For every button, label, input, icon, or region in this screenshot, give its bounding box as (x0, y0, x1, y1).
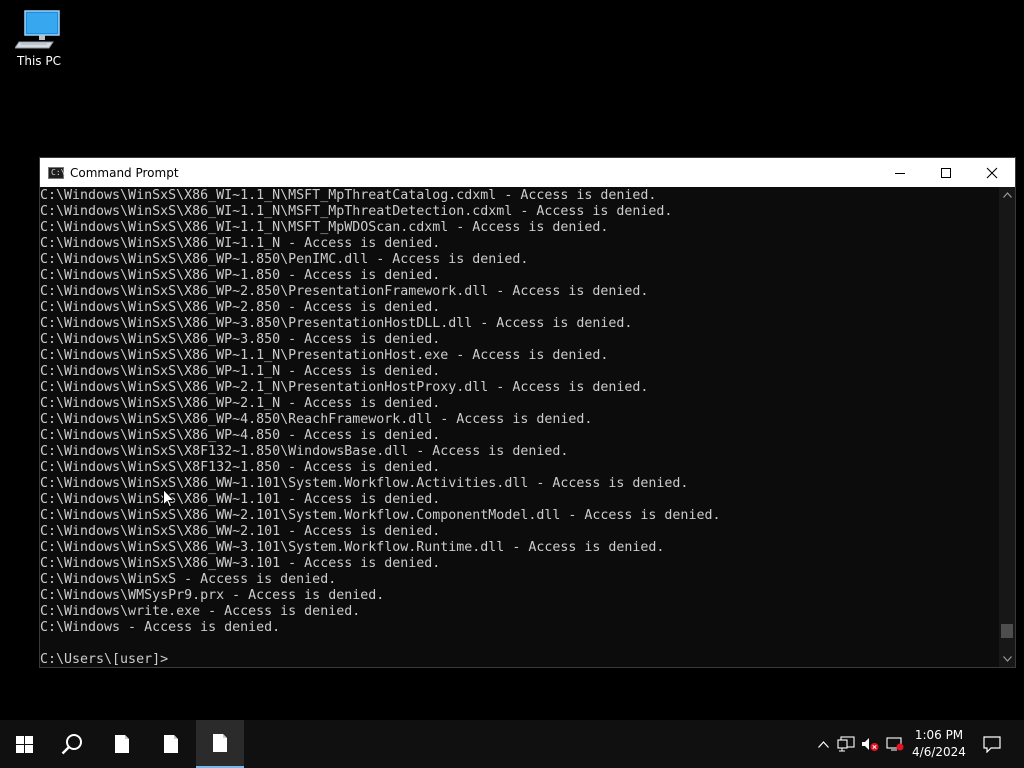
console-line: C:\Windows\WinSxS\X86_WP~1.1_N\Presentat… (40, 348, 609, 363)
network-icon (837, 736, 855, 752)
scroll-up-button[interactable] (999, 187, 1015, 203)
console-output[interactable]: C:\Windows\WinSxS\X86_WI~1.1_N\MSFT_MpTh… (40, 187, 1000, 667)
notification-icon (983, 735, 1001, 753)
search-icon (61, 734, 82, 755)
console-line: C:\Windows\WinSxS\X86_WI~1.1_N - Access … (40, 236, 441, 251)
console-line: C:\Windows - Access is denied. (40, 620, 281, 635)
cmd-icon: C:\ (48, 166, 65, 179)
console-line: C:\Windows\WinSxS\X86_WW~3.101 - Access … (40, 556, 441, 571)
console-line: C:\Windows\WinSxS\X86_WP~2.850\Presentat… (40, 284, 649, 299)
console-line: C:\Windows\WinSxS\X86_WP~3.850\Presentat… (40, 316, 633, 331)
scroll-down-button[interactable] (999, 651, 1015, 667)
close-icon (986, 167, 998, 178)
console-line: C:\Windows\WinSxS\X8F132~1.850 - Access … (40, 460, 441, 475)
console-line: C:\Windows\WinSxS\X86_WP~2.1_N\Presentat… (40, 380, 649, 395)
desktop-icon-label: This PC (17, 54, 61, 68)
window-title: Command Prompt (70, 165, 179, 180)
desktop: This PC C:\ Command Prompt C:\Windows\Wi… (0, 0, 1024, 720)
console-line: C:\Windows\WinSxS\X86_WW~2.101\System.Wo… (40, 508, 721, 523)
console-line: C:\Windows\WinSxS\X86_WI~1.1_N\MSFT_MpTh… (40, 188, 657, 203)
maximize-button[interactable] (923, 158, 969, 187)
display-tray-button[interactable] (884, 720, 906, 768)
display-icon (886, 737, 904, 751)
search-button[interactable] (48, 720, 96, 768)
vertical-scrollbar[interactable] (999, 187, 1015, 667)
console-line: C:\Windows\WinSxS\X86_WP~4.850 - Access … (40, 428, 441, 443)
this-pc-icon (14, 8, 63, 52)
console-line: C:\Windows\WinSxS\X86_WP~1.850 - Access … (40, 268, 441, 283)
close-button[interactable] (969, 158, 1015, 187)
clock-time: 1:06 PM (914, 728, 964, 742)
start-button[interactable] (0, 720, 48, 768)
chevron-up-icon (817, 740, 829, 748)
console-line: C:\Windows\WinSxS\X86_WI~1.1_N\MSFT_MpTh… (40, 204, 673, 219)
clock-date: 4/6/2024 (912, 745, 966, 759)
console-line: C:\Windows\WinSxS\X86_WW~1.101 - Access … (40, 492, 441, 507)
minimize-button[interactable] (877, 158, 923, 187)
taskbar-file-1[interactable] (98, 720, 146, 768)
console-line: C:\Windows\WinSxS\X8F132~1.850\WindowsBa… (40, 444, 569, 459)
windows-logo-icon (15, 735, 33, 753)
volume-muted-icon (862, 738, 879, 751)
maximize-icon (941, 167, 951, 178)
console-line: C:\Windows\WinSxS\X86_WP~2.850 - Access … (40, 300, 441, 315)
file-icon (115, 735, 129, 753)
console-line: C:\Windows\WinSxS\X86_WW~1.101\System.Wo… (40, 476, 689, 491)
console-line: C:\Windows\WinSxS\X86_WW~2.101 - Access … (40, 524, 441, 539)
chevron-down-icon (1002, 656, 1012, 662)
mouse-pointer-icon (163, 489, 175, 508)
console-line: C:\Windows\WinSxS\X86_WW~3.101\System.Wo… (40, 540, 665, 555)
command-prompt-line: C:\Users\[user]> (40, 652, 169, 667)
command-prompt-window[interactable]: C:\ Command Prompt C:\Windows\WinSxS\X86… (39, 157, 1016, 668)
console-line: C:\Windows\WinSxS\X86_WP~4.850\ReachFram… (40, 412, 593, 427)
volume-tray-button[interactable] (859, 720, 881, 768)
file-icon (213, 734, 227, 752)
taskbar-file-3[interactable] (196, 720, 244, 768)
scrollbar-thumb[interactable] (1001, 623, 1013, 638)
console-line: C:\Windows\write.exe - Access is denied. (40, 604, 361, 619)
file-icon (164, 735, 178, 753)
desktop-icon-this-pc[interactable]: This PC (8, 8, 70, 80)
chevron-up-icon (1002, 192, 1012, 198)
action-center-button[interactable] (978, 720, 1006, 768)
console-line: C:\Windows\WinSxS\X86_WP~3.850 - Access … (40, 332, 441, 347)
title-bar[interactable]: C:\ Command Prompt (40, 158, 1015, 187)
taskbar-clock[interactable]: 1:06 PM 4/6/2024 (904, 720, 974, 768)
console-line: C:\Windows\WinSxS\X86_WP~2.1_N - Access … (40, 396, 441, 411)
network-tray-button[interactable] (835, 720, 857, 768)
console-line: C:\Windows\WinSxS - Access is denied. (40, 572, 337, 587)
console-line: C:\Windows\WinSxS\X86_WP~1.850\PenIMC.dl… (40, 252, 529, 267)
taskbar: 1:06 PM 4/6/2024 (0, 720, 1024, 768)
taskbar-file-2[interactable] (147, 720, 195, 768)
console-line: C:\Windows\WMSysPr9.prx - Access is deni… (40, 588, 385, 603)
minimize-icon (895, 172, 905, 174)
console-line: C:\Windows\WinSxS\X86_WI~1.1_N\MSFT_MpWD… (40, 220, 609, 235)
show-hidden-icons-button[interactable] (813, 720, 833, 768)
console-line: C:\Windows\WinSxS\X86_WP~1.1_N - Access … (40, 364, 441, 379)
